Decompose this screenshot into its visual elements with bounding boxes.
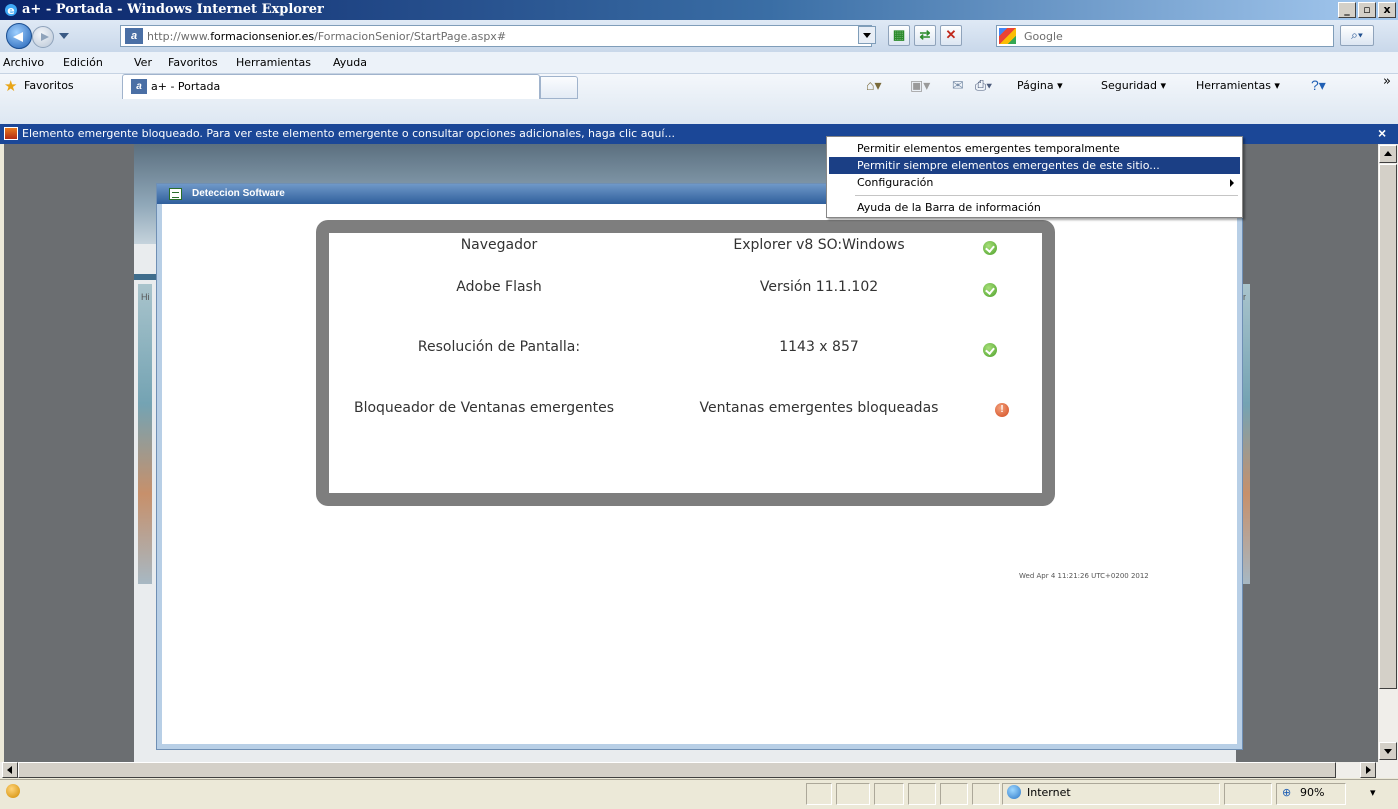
tab-label: a+ - Portada bbox=[151, 80, 221, 93]
menu-ver[interactable]: Ver bbox=[134, 56, 152, 69]
zoom-level: 90% bbox=[1300, 786, 1325, 799]
popup-blocked-status[interactable] bbox=[836, 783, 870, 805]
maximize-button[interactable]: ▫ bbox=[1358, 2, 1376, 18]
recent-pages-dropdown[interactable] bbox=[59, 33, 69, 39]
google-icon bbox=[999, 28, 1016, 44]
menu-configuration-label: Configuración bbox=[857, 176, 934, 189]
menu-archivo[interactable]: Archivo bbox=[3, 56, 44, 69]
stop-icon[interactable]: ✕ bbox=[940, 25, 962, 46]
dialog-title: Deteccion Software bbox=[192, 188, 285, 199]
address-bar: a http://www.formacionsenior.es/Formacio… bbox=[0, 20, 1398, 52]
close-button[interactable]: x bbox=[1378, 2, 1396, 18]
status-cell bbox=[806, 783, 832, 805]
page-side-image-left bbox=[138, 284, 152, 584]
url-text[interactable]: http://www.formacionsenior.es/FormacionS… bbox=[147, 30, 506, 43]
refresh-icon[interactable]: ⇄ bbox=[914, 25, 936, 46]
favorites-star-icon: ★ bbox=[4, 78, 18, 95]
search-input[interactable]: Google bbox=[996, 25, 1334, 47]
scroll-down-button[interactable] bbox=[1379, 742, 1397, 760]
page-menu[interactable]: Página ▾ bbox=[1017, 79, 1063, 92]
detection-timestamp: Wed Apr 4 11:21:26 UTC+0200 2012 bbox=[1019, 572, 1149, 580]
tab-portada[interactable]: a a+ - Portada bbox=[122, 74, 540, 99]
print-icon[interactable]: ⎙▾ bbox=[975, 77, 992, 94]
help-icon[interactable]: ?▾ bbox=[1311, 77, 1326, 94]
status-bar: Internet ⊕ 90% ▾ bbox=[0, 779, 1398, 809]
protected-mode-button[interactable] bbox=[1224, 783, 1272, 805]
infobar-context-menu: Permitir elementos emergentes temporalme… bbox=[826, 136, 1243, 218]
popup-blocked-icon bbox=[4, 127, 18, 140]
title-bar: e a+ - Portada - Windows Internet Explor… bbox=[0, 0, 1398, 20]
popup-blocker-warning-icon: ! bbox=[995, 403, 1009, 417]
detection-dialog: Deteccion Software Navegador Explorer v8… bbox=[157, 184, 1242, 749]
menu-separator bbox=[855, 195, 1238, 196]
menu-bar: Archivo Edición Ver Favoritos Herramient… bbox=[0, 52, 1398, 74]
menu-ayuda[interactable]: Ayuda bbox=[333, 56, 367, 69]
menu-allow-temporarily[interactable]: Permitir elementos emergentes temporalme… bbox=[829, 140, 1240, 157]
svg-text:e: e bbox=[7, 4, 14, 17]
status-cell bbox=[940, 783, 968, 805]
menu-herramientas[interactable]: Herramientas bbox=[236, 56, 311, 69]
menu-configuration[interactable]: Configuración bbox=[829, 174, 1240, 191]
vertical-scroll-thumb[interactable] bbox=[1379, 164, 1397, 689]
browser-label: Navegador bbox=[460, 237, 538, 253]
feeds-icon[interactable]: ▣▾ bbox=[910, 77, 930, 94]
compatibility-view-button[interactable]: ▦ bbox=[888, 25, 910, 46]
horizontal-scroll-thumb[interactable] bbox=[18, 762, 1336, 778]
infobar-close-icon[interactable]: × bbox=[1378, 125, 1386, 141]
status-cell bbox=[874, 783, 904, 805]
internet-zone-icon bbox=[1007, 785, 1021, 799]
mail-icon[interactable]: ✉ bbox=[952, 77, 964, 94]
browser-value: Explorer v8 SO:Windows bbox=[733, 237, 905, 253]
url-dropdown-button[interactable] bbox=[858, 26, 876, 44]
browser-ok-icon bbox=[983, 241, 997, 255]
search-placeholder: Google bbox=[1024, 30, 1063, 43]
resolution-label: Resolución de Pantalla: bbox=[417, 339, 581, 355]
tab-favicon-icon: a bbox=[131, 79, 147, 94]
submenu-arrow-icon bbox=[1230, 179, 1234, 187]
tools-menu[interactable]: Herramientas ▾ bbox=[1196, 79, 1280, 92]
search-button[interactable]: ⌕▾ bbox=[1340, 25, 1374, 46]
information-bar-text[interactable]: Elemento emergente bloqueado. Para ver e… bbox=[22, 127, 675, 140]
site-favicon-icon: a bbox=[125, 28, 143, 44]
minimize-button[interactable]: _ bbox=[1338, 2, 1356, 18]
menu-favoritos[interactable]: Favoritos bbox=[168, 56, 218, 69]
flash-label: Adobe Flash bbox=[456, 279, 542, 295]
flash-ok-icon bbox=[983, 283, 997, 297]
favorites-bar: ★ Favoritos a a+ - Portada ⌂▾ ▣▾ ✉ ⎙▾ ?▾… bbox=[0, 74, 1398, 124]
menu-edicion[interactable]: Edición bbox=[63, 56, 103, 69]
popup-blocker-label: Bloqueador de Ventanas emergentes bbox=[353, 400, 614, 416]
scroll-left-button[interactable] bbox=[2, 762, 18, 778]
dialog-window-icon bbox=[169, 188, 182, 200]
url-field[interactable]: a http://www.formacionsenior.es/Formacio… bbox=[120, 25, 872, 47]
page-status-icon bbox=[6, 784, 20, 798]
new-tab-button[interactable] bbox=[540, 76, 578, 99]
menu-infobar-help[interactable]: Ayuda de la Barra de información bbox=[829, 199, 1240, 216]
popup-blocker-value: Ventanas emergentes bloqueadas bbox=[699, 400, 939, 416]
horizontal-scrollbar[interactable] bbox=[0, 762, 1398, 778]
page-viewport: Hi ir Deteccion Software Navegador Explo… bbox=[4, 144, 1378, 762]
menu-allow-always[interactable]: Permitir siempre elementos emergentes de… bbox=[829, 157, 1240, 174]
page-nav-stub-left: Hi bbox=[141, 292, 150, 302]
internet-explorer-icon: e bbox=[5, 4, 17, 17]
flash-value: Versión 11.1.102 bbox=[759, 279, 879, 295]
zoom-icon: ⊕ bbox=[1282, 786, 1292, 799]
back-button[interactable] bbox=[6, 23, 32, 49]
resolution-value: 1143 x 857 bbox=[779, 339, 859, 355]
zoom-dropdown-icon[interactable]: ▾ bbox=[1370, 786, 1376, 799]
command-bar-overflow[interactable]: » bbox=[1383, 74, 1391, 89]
status-cell bbox=[972, 783, 1000, 805]
forward-button[interactable] bbox=[32, 26, 54, 48]
favorites-button[interactable]: Favoritos bbox=[24, 79, 74, 92]
window-title: a+ - Portada - Windows Internet Explorer bbox=[22, 2, 324, 17]
home-icon[interactable]: ⌂▾ bbox=[866, 77, 881, 94]
resolution-ok-icon bbox=[983, 343, 997, 357]
security-menu[interactable]: Seguridad ▾ bbox=[1101, 79, 1166, 92]
vertical-scrollbar[interactable] bbox=[1378, 144, 1398, 762]
status-cell bbox=[908, 783, 936, 805]
scroll-right-button[interactable] bbox=[1360, 762, 1376, 778]
detection-panel: Navegador Explorer v8 SO:Windows Adobe F… bbox=[316, 220, 1055, 506]
scroll-up-button[interactable] bbox=[1379, 145, 1397, 163]
security-zone-label: Internet bbox=[1027, 786, 1071, 799]
